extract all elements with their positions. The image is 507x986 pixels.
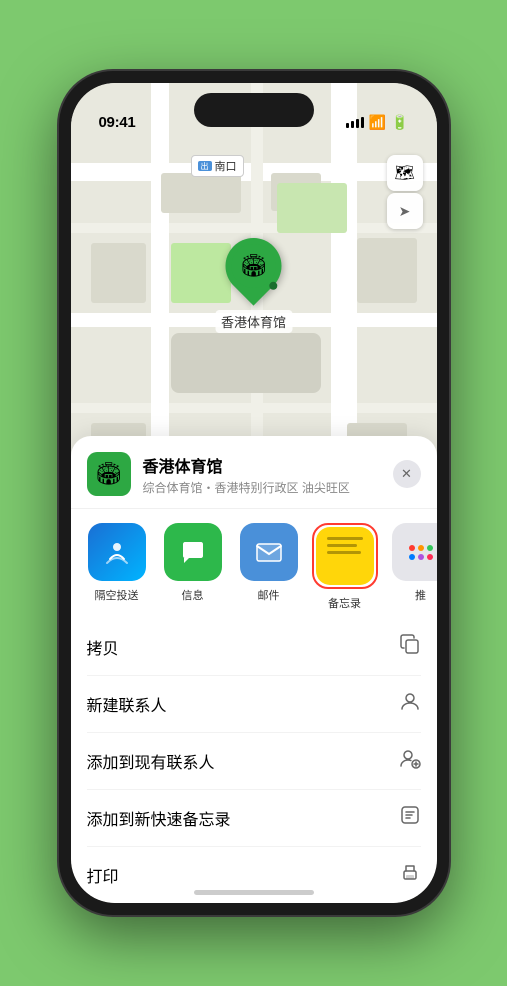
dot-purple [418, 554, 424, 560]
notes-lines [319, 537, 371, 554]
venue-info: 香港体育馆 综合体育馆・香港特别行政区 油尖旺区 [143, 453, 381, 496]
notes-line-2 [327, 544, 357, 547]
mail-label: 邮件 [258, 587, 280, 603]
quick-note-icon [399, 804, 421, 832]
messages-svg [177, 536, 209, 568]
map-exit-label: 出 南口 [191, 155, 244, 177]
phone-screen: 09:41 📶 🔋 [71, 83, 437, 903]
share-item-notes[interactable]: 备忘录 [307, 523, 383, 611]
dot-blue [409, 554, 415, 560]
stadium-marker[interactable]: 🏟 香港体育馆 [215, 238, 292, 333]
dot-orange [418, 545, 424, 551]
more-label: 推 [415, 587, 426, 603]
venue-name: 香港体育馆 [143, 453, 381, 477]
share-item-more[interactable]: 推 [383, 523, 437, 611]
notes-label: 备忘录 [328, 595, 361, 611]
venue-icon: 🏟 [87, 452, 131, 496]
copy-icon [399, 633, 421, 661]
airdrop-label: 隔空投送 [95, 587, 139, 603]
action-add-contact-label: 添加到现有联系人 [87, 749, 215, 773]
location-icon: ➤ [399, 203, 411, 220]
share-item-messages[interactable]: 信息 [155, 523, 231, 611]
mail-icon-wrap [240, 523, 298, 581]
map-controls: 🗺 ➤ [387, 155, 423, 229]
battery-icon: 🔋 [391, 114, 408, 131]
action-list: 拷贝 新建联系人 [71, 619, 437, 903]
map-type-button[interactable]: 🗺 [387, 155, 423, 191]
action-copy[interactable]: 拷贝 [87, 619, 421, 676]
dynamic-island [194, 93, 314, 127]
airdrop-svg [102, 537, 132, 567]
notes-selection-border [312, 523, 378, 589]
airdrop-icon-wrap [88, 523, 146, 581]
stadium-pin-icon: 🏟 [240, 253, 268, 279]
more-dots-icon [392, 523, 437, 581]
location-button[interactable]: ➤ [387, 193, 423, 229]
dot-green [427, 545, 433, 551]
mail-svg [253, 536, 285, 568]
map-type-icon: 🗺 [394, 163, 414, 183]
venue-subtitle: 综合体育馆・香港特别行政区 油尖旺区 [143, 479, 381, 496]
stadium-pin-dot [269, 282, 277, 290]
exit-icon: 出 [198, 161, 212, 171]
wifi-icon: 📶 [369, 114, 386, 131]
action-print-label: 打印 [87, 863, 119, 887]
action-add-contact[interactable]: 添加到现有联系人 [87, 733, 421, 790]
sheet-header: 🏟 香港体育馆 综合体育馆・香港特别行政区 油尖旺区 ✕ [71, 436, 437, 509]
bottom-sheet: 🏟 香港体育馆 综合体育馆・香港特别行政区 油尖旺区 ✕ [71, 436, 437, 903]
action-quick-note[interactable]: 添加到新快速备忘录 [87, 790, 421, 847]
dot-row-1 [409, 545, 433, 551]
action-new-contact[interactable]: 新建联系人 [87, 676, 421, 733]
dot-red [409, 545, 415, 551]
stadium-pin: 🏟 [214, 226, 293, 305]
close-button[interactable]: ✕ [393, 460, 421, 488]
venue-icon-emoji: 🏟 [95, 461, 123, 487]
notes-line-3 [327, 551, 361, 554]
close-icon: ✕ [401, 466, 412, 482]
stadium-pin-inner: 🏟 [231, 244, 275, 288]
action-quick-note-label: 添加到新快速备忘录 [87, 806, 231, 830]
new-contact-icon [399, 690, 421, 718]
status-time: 09:41 [99, 114, 136, 131]
action-copy-label: 拷贝 [87, 635, 119, 659]
messages-icon-wrap [164, 523, 222, 581]
phone-frame: 09:41 📶 🔋 [59, 71, 449, 915]
share-item-mail[interactable]: 邮件 [231, 523, 307, 611]
add-contact-icon [399, 747, 421, 775]
share-actions-row: 隔空投送 信息 [71, 509, 437, 619]
status-icons: 📶 🔋 [346, 114, 409, 131]
print-icon [399, 861, 421, 889]
signal-icon [346, 117, 364, 128]
home-indicator [194, 890, 314, 895]
dot-row-2 [409, 554, 433, 560]
dot-pink [427, 554, 433, 560]
notes-icon-wrap [316, 527, 374, 585]
notes-line-1 [327, 537, 363, 540]
share-item-airdrop[interactable]: 隔空投送 [79, 523, 155, 611]
messages-label: 信息 [182, 587, 204, 603]
action-new-contact-label: 新建联系人 [87, 692, 167, 716]
stadium-name-label: 香港体育馆 [215, 310, 292, 333]
